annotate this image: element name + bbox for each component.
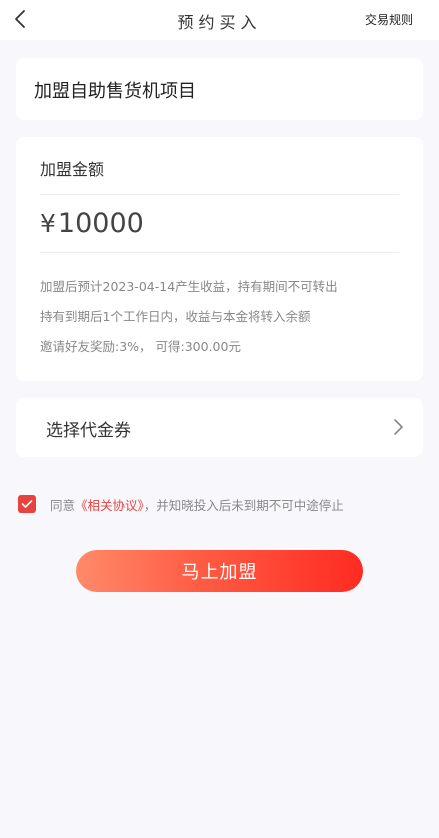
- amount-notes: 加盟后预计2023-04-14产生收益，持有期间不可转出 持有到期后1个工作日内…: [40, 278, 338, 368]
- agreement-text: 同意《相关协议》，并知晓投入后未到期不可中途停止: [50, 495, 344, 514]
- check-icon: [21, 500, 33, 508]
- amount-value: ¥ 10000: [40, 208, 144, 239]
- agreement-suffix: ，并知晓投入后未到期不可中途停止: [143, 497, 344, 513]
- page: 预约买入 交易规则 加盟自助售货机项目 加盟金额 ¥ 10000 加盟后预计20…: [0, 0, 439, 838]
- agreement-row: 同意《相关协议》，并知晓投入后未到期不可中途停止: [18, 494, 344, 514]
- note-line: 邀请好友奖励:3%， 可得:300.00元: [40, 339, 241, 354]
- trade-rules-link[interactable]: 交易规则: [365, 11, 413, 28]
- chevron-right-icon: [394, 419, 403, 435]
- note-line: 持有到期后1个工作日内，收益与本金将转入余额: [40, 309, 311, 324]
- agreement-checkbox[interactable]: [18, 495, 36, 513]
- divider: [40, 252, 399, 253]
- amount-label: 加盟金额: [40, 160, 105, 179]
- agreement-link[interactable]: 《相关协议》: [75, 498, 144, 513]
- nav-bar: 预约买入 交易规则: [0, 0, 439, 40]
- project-card: 加盟自助售货机项目: [16, 58, 423, 120]
- agreement-prefix: 同意: [50, 497, 76, 513]
- voucher-selector[interactable]: 选择代金券: [16, 398, 423, 457]
- currency-symbol: ¥: [40, 209, 56, 238]
- amount-card: 加盟金额 ¥ 10000 加盟后预计2023-04-14产生收益，持有期间不可转…: [16, 137, 423, 381]
- join-now-button[interactable]: 马上加盟: [76, 550, 363, 592]
- amount-number: 10000: [57, 208, 144, 239]
- note-line: 加盟后预计2023-04-14产生收益，持有期间不可转出: [40, 279, 338, 294]
- project-title: 加盟自助售货机项目: [34, 81, 196, 102]
- divider: [40, 194, 399, 195]
- voucher-label: 选择代金券: [46, 421, 131, 441]
